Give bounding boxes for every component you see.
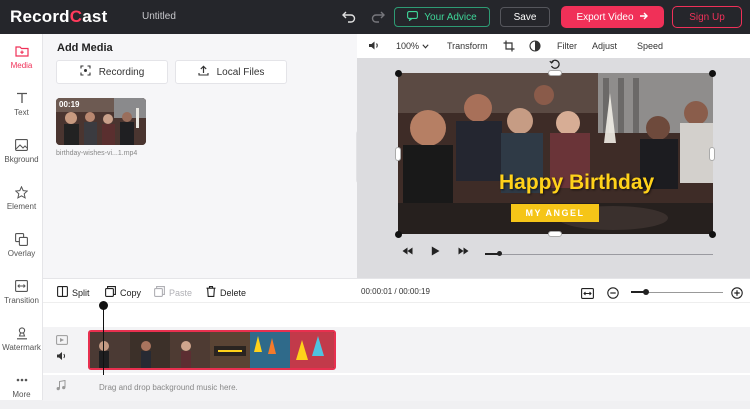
zoom-select[interactable]: 100%	[396, 41, 429, 51]
playback-progress-track[interactable]	[485, 254, 713, 255]
timeline-panel: Split Copy Paste Delete 00:00:01 / 00:00…	[43, 278, 750, 401]
volume-icon[interactable]	[368, 40, 380, 53]
timeline-ruler[interactable]	[43, 302, 750, 303]
preview-toolbar: 100% Transform Filter Adjust Speed	[357, 34, 750, 58]
fast-forward-icon[interactable]	[458, 247, 469, 258]
watermark-icon	[15, 326, 29, 340]
video-clip-filmstrip	[90, 332, 334, 368]
thumbnail-duration: 00:19	[59, 100, 80, 109]
filter-button[interactable]: Filter	[557, 41, 577, 51]
sidebar-item-transition[interactable]: Transition	[0, 269, 43, 315]
top-bar: RecordCast Untitled Your Advice Save Exp…	[0, 0, 750, 34]
chevron-down-icon	[421, 41, 429, 51]
folder-icon	[14, 44, 29, 58]
panel-title: Add Media	[57, 42, 113, 54]
track-volume-icon[interactable]	[56, 351, 67, 363]
resize-handle-bottom-left[interactable]	[395, 231, 402, 238]
save-button[interactable]: Save	[500, 7, 550, 27]
media-thumbnail[interactable]: 00:19	[56, 98, 146, 145]
timecode: 00:00:01 / 00:00:19	[361, 287, 430, 296]
delete-button[interactable]: Delete	[206, 286, 246, 299]
paste-icon	[154, 286, 165, 299]
paste-button[interactable]: Paste	[154, 286, 192, 299]
video-clip[interactable]	[88, 330, 336, 370]
overlay-title-text[interactable]: Happy Birthday	[499, 171, 654, 195]
document-title[interactable]: Untitled	[142, 11, 176, 22]
media-panel: Add Media Recording Local Files 00:19 bi	[43, 34, 357, 278]
trash-icon	[206, 286, 216, 299]
split-icon	[57, 286, 68, 299]
more-icon	[15, 373, 29, 387]
upload-icon	[198, 65, 209, 79]
background-icon	[15, 138, 29, 152]
resize-handle-left[interactable]	[395, 147, 401, 161]
app-logo[interactable]: RecordCast	[10, 7, 107, 27]
chat-icon	[407, 10, 419, 24]
export-video-button[interactable]: Export Video	[561, 6, 664, 28]
speed-button[interactable]: Speed	[637, 41, 663, 51]
arrow-right-icon	[639, 11, 649, 24]
transition-icon	[15, 279, 29, 293]
star-icon	[15, 185, 29, 199]
transform-button[interactable]: Transform	[447, 41, 488, 51]
copy-icon	[105, 286, 116, 299]
sidebar-item-element[interactable]: Element	[0, 175, 43, 221]
playback-progress-handle[interactable]	[497, 251, 502, 256]
local-files-button[interactable]: Local Files	[175, 60, 287, 84]
tool-sidebar: Media Text Bkground Element Overlay Tran…	[0, 34, 43, 400]
preview-area: 100% Transform Filter Adjust Speed Happy…	[357, 34, 750, 278]
resize-handle-right[interactable]	[709, 147, 715, 161]
recording-button[interactable]: Recording	[56, 60, 168, 84]
sign-up-button[interactable]: Sign Up	[672, 6, 742, 28]
sidebar-item-overlay[interactable]: Overlay	[0, 222, 43, 268]
undo-icon[interactable]	[342, 9, 356, 25]
overlay-subtitle-text[interactable]: MY ANGEL	[511, 204, 599, 222]
crop-icon[interactable]	[503, 40, 515, 54]
playhead-handle[interactable]	[99, 301, 108, 310]
text-icon	[15, 91, 29, 105]
resize-handle-bottom[interactable]	[548, 231, 562, 237]
split-button[interactable]: Split	[57, 286, 90, 299]
copy-button[interactable]: Copy	[105, 286, 141, 299]
sidebar-item-background[interactable]: Bkground	[0, 128, 43, 174]
sidebar-item-more[interactable]: More	[0, 363, 43, 409]
video-canvas[interactable]: Happy Birthday MY ANGEL	[398, 73, 713, 234]
resize-handle-top-left[interactable]	[395, 70, 402, 77]
sidebar-item-text[interactable]: Text	[0, 81, 43, 127]
resize-handle-bottom-right[interactable]	[709, 231, 716, 238]
thumbnail-filename: birthday-wishes-vi...1.mp4	[56, 150, 138, 157]
record-icon	[80, 65, 91, 79]
adjust-button[interactable]: Adjust	[592, 41, 617, 51]
music-drop-hint: Drag and drop background music here.	[99, 383, 238, 392]
play-icon[interactable]	[431, 246, 440, 259]
rewind-icon[interactable]	[402, 247, 413, 258]
color-icon[interactable]	[529, 40, 541, 54]
timeline-zoom-handle[interactable]	[643, 289, 649, 295]
overlay-icon	[15, 232, 29, 246]
video-track-icon	[56, 335, 68, 347]
your-advice-button[interactable]: Your Advice	[394, 7, 490, 27]
sidebar-item-media[interactable]: Media	[0, 34, 43, 80]
resize-handle-top-right[interactable]	[709, 70, 716, 77]
redo-icon[interactable]	[371, 9, 385, 25]
rotate-icon[interactable]	[549, 57, 561, 75]
music-note-icon	[56, 379, 66, 393]
sidebar-item-watermark[interactable]: Watermark	[0, 316, 43, 362]
